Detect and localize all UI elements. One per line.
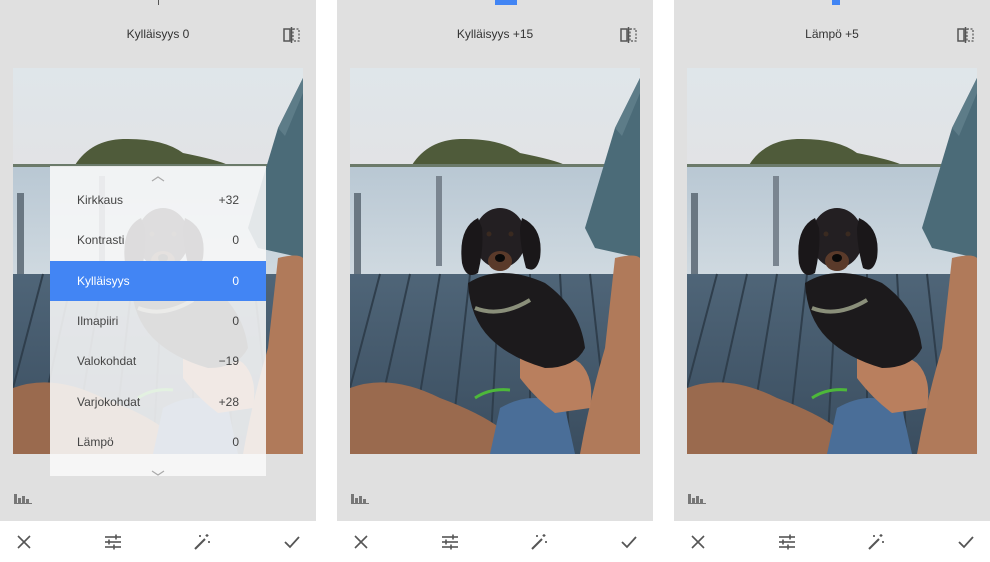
menu-item-value: 0 — [232, 314, 239, 328]
editor-panel-1: Kylläisyys 0 Kirkkaus +32 Kontrasti 0 Ky… — [0, 0, 316, 562]
checkmark-icon[interactable] — [283, 533, 301, 551]
menu-item-value: 0 — [232, 233, 239, 247]
menu-item-value: 0 — [232, 274, 239, 288]
menu-item-lampo[interactable]: Lämpö 0 — [50, 422, 266, 462]
menu-item-varjokohdat[interactable]: Varjokohdat +28 — [50, 382, 266, 422]
slider-position-indicator — [158, 0, 159, 5]
menu-item-label: Valokohdat — [77, 354, 137, 368]
slider-position-indicator — [832, 0, 840, 5]
adjustment-title: Kylläisyys 0 — [126, 27, 190, 41]
adjustment-title: Lämpö +5 — [805, 27, 859, 41]
close-icon[interactable] — [15, 533, 33, 551]
menu-item-valokohdat[interactable]: Valokohdat −19 — [50, 341, 266, 381]
compare-icon[interactable] — [957, 27, 974, 43]
menu-item-label: Kontrasti — [77, 233, 125, 247]
menu-item-kontrasti[interactable]: Kontrasti 0 — [50, 220, 266, 260]
editor-panel-3: Lämpö +5 — [674, 0, 990, 562]
menu-item-value: 0 — [232, 435, 239, 449]
chevron-down-icon — [150, 464, 166, 476]
menu-item-kyllaisyys[interactable]: Kylläisyys 0 — [50, 261, 266, 301]
magic-wand-icon[interactable] — [867, 533, 885, 551]
menu-item-value: +32 — [218, 193, 239, 207]
bottom-toolbar — [0, 521, 316, 562]
adjustment-menu[interactable]: Kirkkaus +32 Kontrasti 0 Kylläisyys 0 Il… — [50, 166, 266, 476]
chevron-up-icon — [150, 170, 166, 182]
editor-panel-2: Kylläisyys +15 — [337, 0, 653, 562]
histogram-icon[interactable] — [351, 491, 369, 504]
checkmark-icon[interactable] — [620, 533, 638, 551]
bottom-toolbar — [674, 521, 990, 562]
menu-item-value: +28 — [218, 395, 239, 409]
menu-item-label: Varjokohdat — [77, 395, 141, 409]
adjustment-title: Kylläisyys +15 — [456, 27, 534, 41]
compare-icon[interactable] — [620, 27, 637, 43]
compare-icon[interactable] — [283, 27, 300, 43]
menu-item-label: Ilmapiiri — [77, 314, 119, 328]
slider-position-indicator — [495, 0, 517, 5]
menu-item-label: Kylläisyys — [77, 274, 130, 288]
menu-item-label: Kirkkaus — [77, 193, 124, 207]
menu-item-ilmapiiri[interactable]: Ilmapiiri 0 — [50, 301, 266, 341]
menu-item-label: Lämpö — [77, 435, 114, 449]
histogram-icon[interactable] — [14, 491, 32, 504]
menu-item-kirkkaus[interactable]: Kirkkaus +32 — [50, 180, 266, 220]
close-icon[interactable] — [352, 533, 370, 551]
checkmark-icon[interactable] — [957, 533, 975, 551]
photo-preview[interactable] — [350, 68, 640, 454]
close-icon[interactable] — [689, 533, 707, 551]
sliders-icon[interactable] — [778, 533, 796, 551]
sliders-icon[interactable] — [441, 533, 459, 551]
magic-wand-icon[interactable] — [530, 533, 548, 551]
photo-preview[interactable] — [687, 68, 977, 454]
sliders-icon[interactable] — [104, 533, 122, 551]
menu-item-value: −19 — [218, 354, 239, 368]
magic-wand-icon[interactable] — [193, 533, 211, 551]
histogram-icon[interactable] — [688, 491, 706, 504]
bottom-toolbar — [337, 521, 653, 562]
